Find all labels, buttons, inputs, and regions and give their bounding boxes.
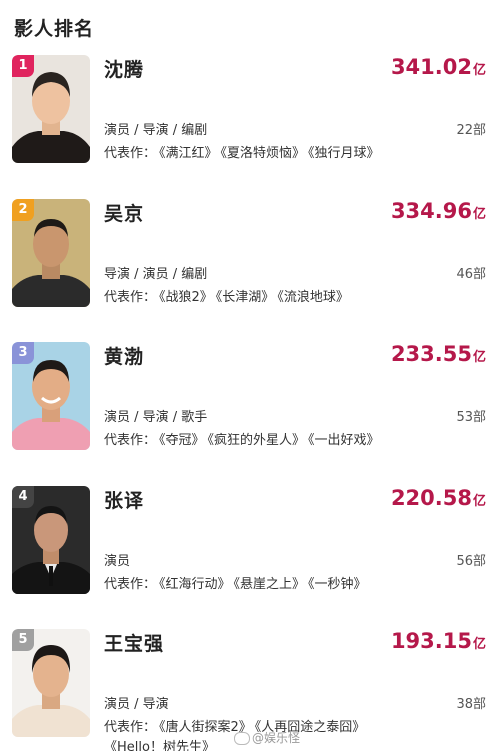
avatar[interactable]: 4 (12, 486, 90, 594)
box-office: 334.96亿 (391, 199, 486, 223)
works-count: 53部 (456, 410, 486, 425)
rank-badge: 2 (12, 199, 34, 221)
box-office-value: 220.58 (390, 486, 472, 510)
person-name[interactable]: 沈腾 (104, 55, 144, 82)
person-name[interactable]: 吴京 (104, 199, 144, 226)
box-office-unit: 亿 (472, 637, 486, 652)
works-count: 56部 (456, 554, 486, 569)
person-name[interactable]: 王宝强 (104, 629, 164, 656)
works-label: 代表作： (104, 720, 157, 735)
ranking-card-1[interactable]: 1 沈腾 341.02亿 演员 / 导演 / 编剧 22部 代表作： 《满江红》《… (0, 55, 500, 175)
watermark: @娱乐怪 (233, 729, 300, 746)
works-count: 46部 (456, 267, 486, 282)
rank-badge: 5 (12, 629, 34, 651)
ranking-card-2[interactable]: 2 吴京 334.96亿 导演 / 演员 / 编剧 46部 代表作： 《战狼2》《… (0, 199, 500, 319)
avatar[interactable]: 2 (12, 199, 90, 307)
weibo-icon (233, 732, 250, 745)
box-office-value: 233.55 (390, 342, 472, 366)
box-office-unit: 亿 (472, 350, 486, 365)
watermark-text: @娱乐怪 (251, 731, 300, 745)
box-office: 193.15亿 (391, 629, 486, 653)
representative-works: 代表作： 《满江红》 《夏洛特烦恼》 《独行月球》 (104, 144, 484, 164)
box-office: 341.02亿 (391, 55, 486, 79)
section-title: 影人排名 (14, 18, 95, 40)
ranking-card-3[interactable]: 3 黄渤 233.55亿 演员 / 导演 / 歌手 53部 代表作： 《夺冠》 《疯… (0, 342, 500, 462)
avatar[interactable]: 5 (12, 629, 90, 737)
person-name[interactable]: 张译 (104, 486, 144, 513)
works-count: 22部 (456, 123, 486, 138)
rank-badge: 3 (12, 342, 34, 364)
person-roles: 导演 / 演员 / 编剧 (104, 267, 208, 282)
representative-works: 代表作： 《夺冠》 《疯狂的外星人》 《一出好戏》 (104, 431, 484, 451)
work-title[interactable]: 《满江红》 (159, 146, 218, 161)
box-office: 220.58亿 (391, 486, 486, 510)
box-office-unit: 亿 (472, 63, 486, 78)
work-title[interactable]: 《长津湖》 (216, 290, 275, 305)
person-roles: 演员 / 导演 (104, 697, 169, 712)
works-label: 代表作： (104, 146, 157, 161)
box-office-unit: 亿 (472, 494, 486, 509)
representative-works: 代表作： 《红海行动》 《悬崖之上》 《一秒钟》 (104, 575, 484, 595)
person-roles: 演员 (104, 554, 131, 569)
rank-badge: 4 (12, 486, 34, 508)
rank-badge: 1 (12, 55, 34, 77)
avatar[interactable]: 1 (12, 55, 90, 163)
works-count: 38部 (456, 697, 486, 712)
work-title[interactable]: 《独行月球》 (308, 146, 380, 161)
box-office-value: 341.02 (390, 55, 472, 79)
works-label: 代表作： (104, 577, 157, 592)
work-title[interactable]: 《疯狂的外星人》 (208, 433, 306, 448)
works-label: 代表作： (104, 433, 157, 448)
representative-works: 代表作： 《战狼2》 《长津湖》 《流浪地球》 (104, 288, 484, 308)
work-title[interactable]: 《一秒钟》 (308, 577, 367, 592)
ranking-page: 影人排名 1 沈腾 341.02亿 演员 / 导演 / 编剧 22部 代表作：《… (0, 0, 500, 751)
work-title[interactable]: 《红海行动》 (159, 577, 231, 592)
person-roles: 演员 / 导演 / 歌手 (104, 410, 208, 425)
work-title[interactable]: 《战狼2》 (159, 290, 213, 305)
box-office-value: 334.96 (390, 199, 472, 223)
work-title[interactable]: 《流浪地球》 (277, 290, 349, 305)
work-title[interactable]: 《Hello！树先生》 (104, 740, 215, 751)
work-title[interactable]: 《夏洛特烦恼》 (221, 146, 306, 161)
ranking-card-4[interactable]: 4 张译 220.58亿 演员 56部 代表作： 《红海行动》 《悬崖之上》 《一秒钟… (0, 486, 500, 606)
person-name[interactable]: 黄渤 (104, 342, 144, 369)
work-title[interactable]: 《悬崖之上》 (234, 577, 306, 592)
box-office: 233.55亿 (391, 342, 486, 366)
box-office-value: 193.15 (390, 629, 472, 653)
work-title[interactable]: 《一出好戏》 (308, 433, 380, 448)
avatar[interactable]: 3 (12, 342, 90, 450)
person-roles: 演员 / 导演 / 编剧 (104, 123, 208, 138)
box-office-unit: 亿 (472, 207, 486, 222)
works-label: 代表作： (104, 290, 157, 305)
work-title[interactable]: 《夺冠》 (159, 433, 205, 448)
